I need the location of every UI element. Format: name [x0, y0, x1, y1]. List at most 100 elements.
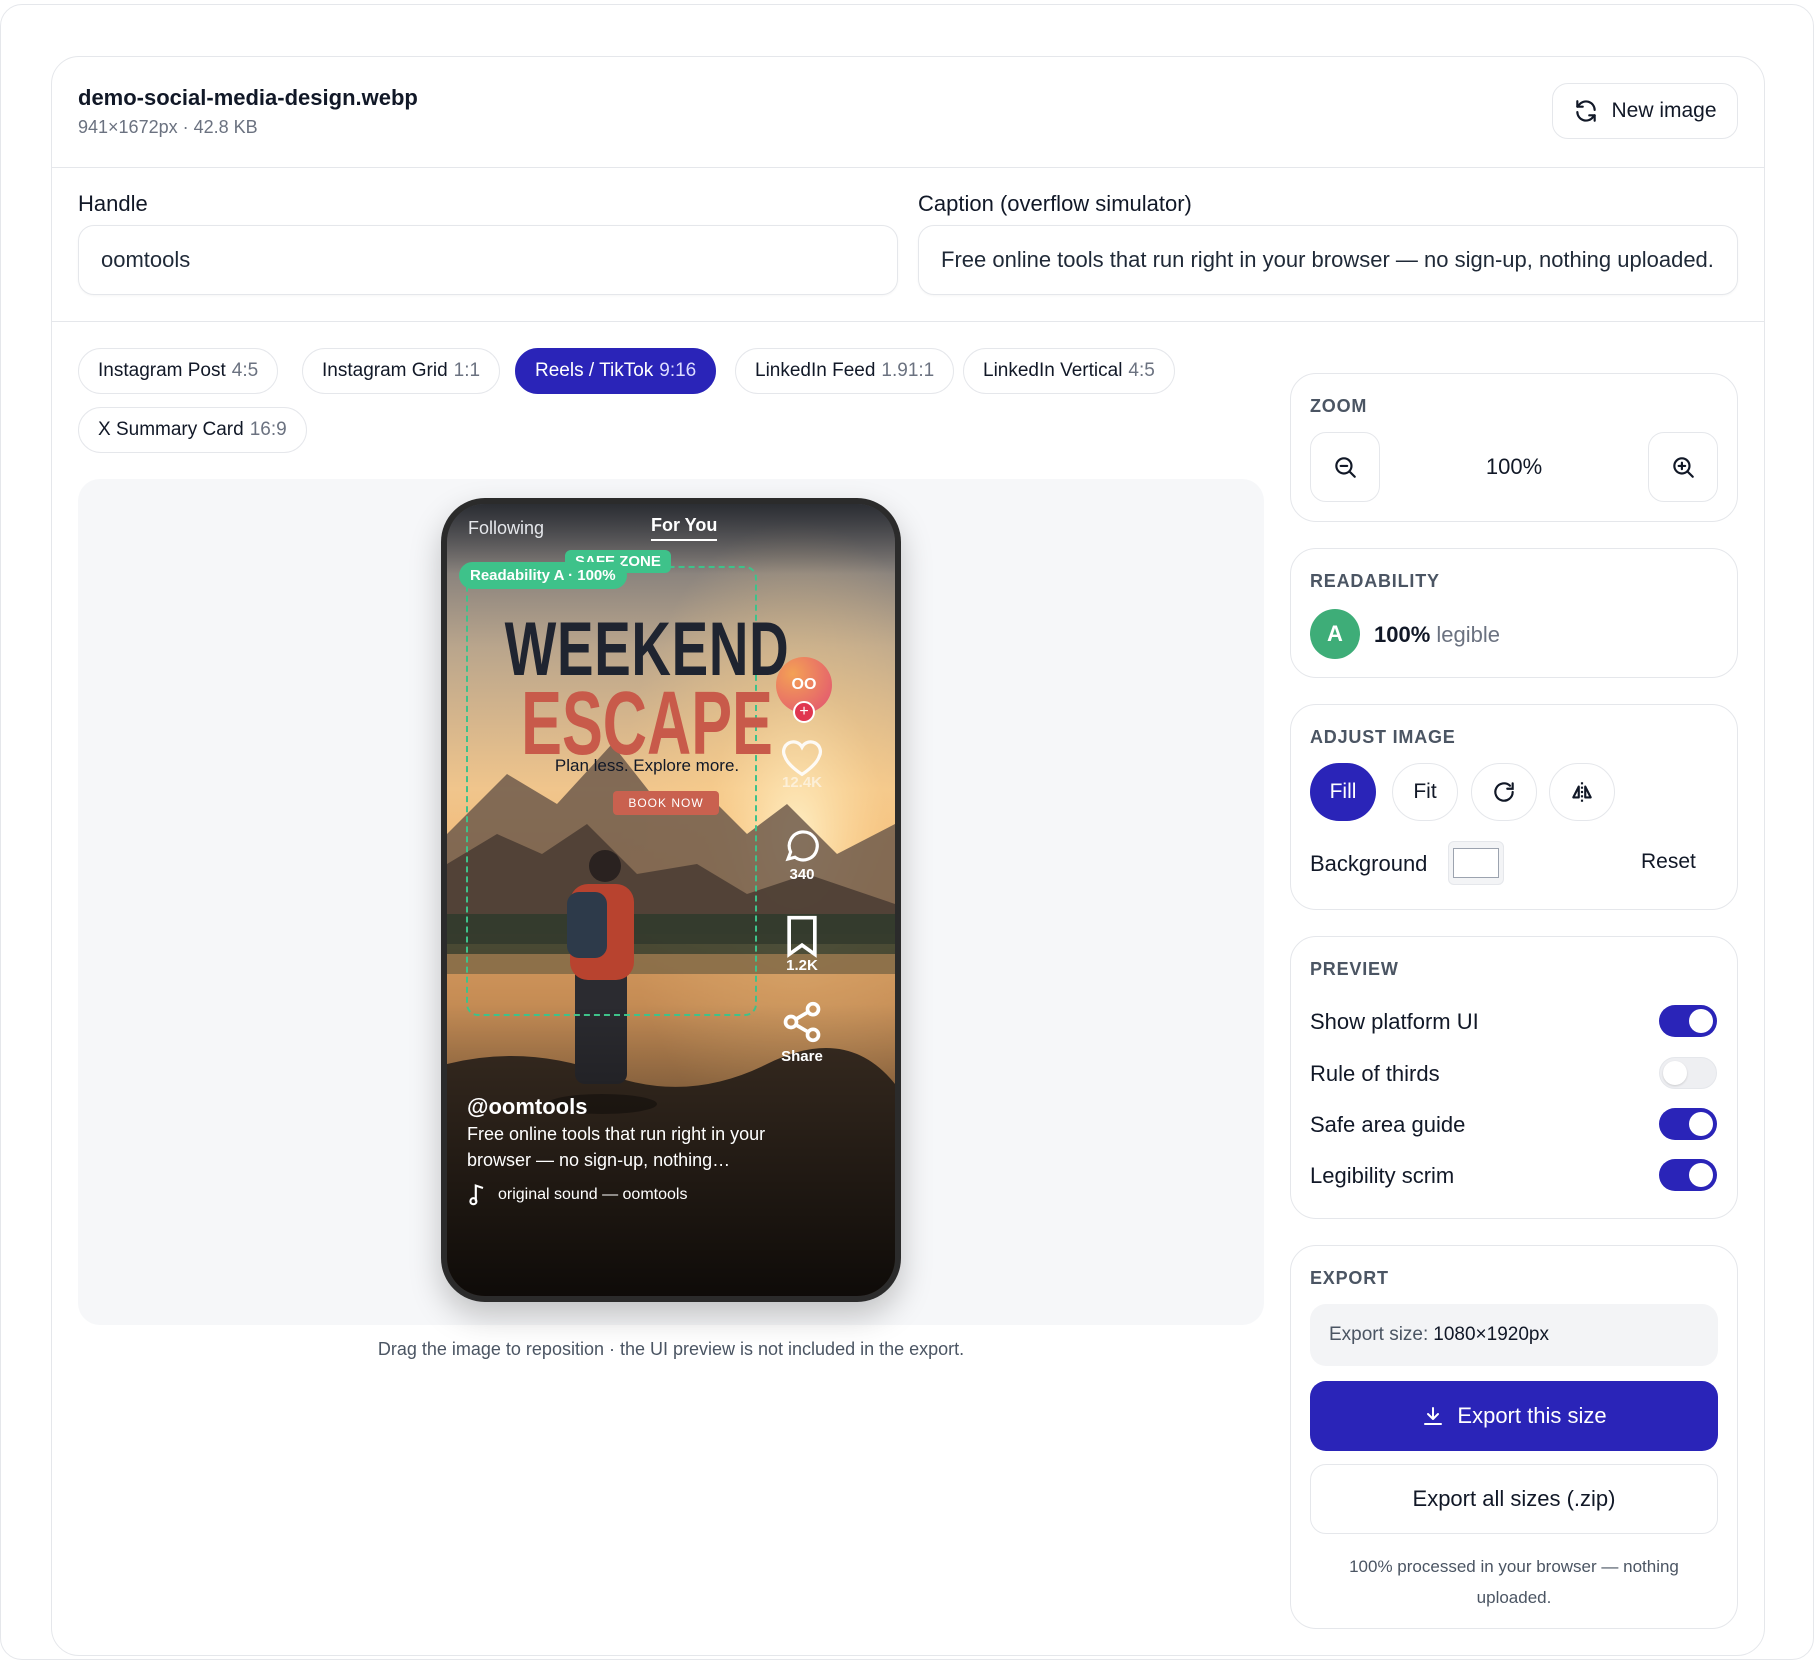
format-chip-instagram-post[interactable]: Instagram Post 4:5 [78, 348, 279, 394]
export-size-label: Export size: [1329, 1324, 1429, 1345]
format-chip-linkedin-feed[interactable]: LinkedIn Feed 1.91:1 [735, 348, 955, 394]
handle-input[interactable]: oomtools [78, 225, 898, 295]
export-this-size-button[interactable]: Export this size [1310, 1381, 1718, 1451]
download-icon [1424, 1407, 1443, 1425]
preview-sound: original sound — oomtools [498, 1186, 688, 1203]
chip-ratio: 4:5 [1128, 360, 1155, 381]
fit-button[interactable]: Fit [1392, 763, 1458, 821]
preview-panel-title: PREVIEW [1310, 959, 1399, 979]
file-meta: 941×1672px · 42.8 KB [78, 117, 258, 137]
chip-ratio: 16:9 [249, 419, 287, 440]
zoom-value: 100% [1485, 454, 1543, 479]
export-title: EXPORT [1310, 1268, 1389, 1288]
heart-icon[interactable] [780, 738, 824, 778]
privacy-note: 100% processed in your browser — nothing… [1349, 1557, 1679, 1607]
toggle-label-safe-area-guide: Safe area guide [1310, 1112, 1466, 1137]
chip-name: LinkedIn Feed [755, 360, 876, 381]
zoom-out-button[interactable] [1310, 432, 1380, 502]
tab-following[interactable]: Following [468, 518, 544, 539]
reposition-hint: Drag the image to reposition · the UI pr… [377, 1339, 965, 1359]
zoom-in-icon [1673, 457, 1694, 478]
toggle-show-platform-ui[interactable] [1659, 1005, 1717, 1037]
toggle-label-show-platform-ui: Show platform UI [1310, 1009, 1479, 1034]
readability-grade-badge: A [1310, 609, 1360, 659]
background-color-fill [1453, 848, 1499, 878]
avatar-initials: OO [791, 676, 817, 693]
chip-ratio: 1:1 [453, 360, 481, 381]
follow-plus-icon[interactable]: + [793, 701, 815, 723]
toggle-safe-area-guide[interactable] [1659, 1108, 1717, 1140]
handle-label: Handle [78, 191, 148, 216]
chip-name: Reels / TikTok [535, 360, 654, 381]
chip-ratio: 4:5 [231, 360, 259, 381]
preview-caption-line2: browser — no sign-up, nothing… [467, 1150, 731, 1170]
chip-ratio: 1.91:1 [881, 360, 935, 381]
readability-word: legible [1436, 622, 1501, 647]
export-panel: EXPORT Export size: 1080×1920px Export t… [1290, 1245, 1738, 1629]
format-chip-instagram-grid[interactable]: Instagram Grid 1:1 [302, 348, 501, 394]
background-label: Background [1310, 851, 1428, 876]
divider [52, 167, 1764, 168]
toggle-knob [1689, 1009, 1713, 1033]
toggle-label-legibility-scrim: Legibility scrim [1310, 1163, 1455, 1188]
bookmark-icon[interactable] [783, 914, 821, 958]
toggle-knob [1663, 1061, 1687, 1085]
export-this-size-label: Export this size [1457, 1403, 1607, 1428]
caption-input[interactable]: Free online tools that run right in your… [918, 225, 1738, 295]
export-size-value: 1080×1920px [1433, 1324, 1549, 1345]
flip-button[interactable] [1549, 763, 1615, 821]
export-all-sizes-button[interactable]: Export all sizes (.zip) [1310, 1464, 1718, 1534]
chip-name: Instagram Grid [322, 360, 448, 381]
share-label: Share [781, 1048, 823, 1065]
adjust-title: ADJUST IMAGE [1310, 727, 1456, 747]
readability-percent: 100% [1374, 622, 1431, 647]
zoom-in-button[interactable] [1648, 432, 1718, 502]
export-size-box: Export size: 1080×1920px [1310, 1304, 1718, 1366]
zoom-out-icon [1335, 457, 1356, 478]
likes-count: 12.4K [781, 774, 823, 791]
divider [52, 321, 1764, 322]
toggle-rule-of-thirds[interactable] [1659, 1057, 1717, 1089]
readability-summary: 100% legible [1374, 622, 1500, 648]
format-chip-reels-tiktok[interactable]: Reels / TikTok 9:16 [515, 348, 717, 394]
zoom-panel: ZOOM 100% [1290, 373, 1738, 522]
share-icon[interactable] [780, 1000, 824, 1044]
refresh-icon [1576, 100, 1597, 122]
zoom-title: ZOOM [1310, 396, 1368, 416]
new-image-button[interactable]: New image [1552, 83, 1738, 139]
fill-button[interactable]: Fill [1310, 763, 1376, 821]
new-image-label: New image [1611, 99, 1717, 122]
background-color-swatch[interactable] [1448, 841, 1504, 885]
phone-screen[interactable]: Following For You SAFE ZONE Readability … [447, 504, 895, 1296]
readability-grade: A [1327, 621, 1343, 646]
format-chip-x-summary-card[interactable]: X Summary Card 16:9 [78, 407, 307, 453]
adjust-image-panel: ADJUST IMAGE Fill Fit Background Reset [1290, 704, 1738, 910]
toggle-knob [1689, 1163, 1713, 1187]
flip-horizontal-icon [1572, 782, 1592, 802]
chip-name: LinkedIn Vertical [983, 360, 1123, 381]
toggle-legibility-scrim[interactable] [1659, 1159, 1717, 1191]
preview-panel: PREVIEW Show platform UI Rule of thirds … [1290, 936, 1738, 1219]
readability-title: READABILITY [1310, 571, 1440, 591]
preview-caption-line1: Free online tools that run right in your [467, 1124, 766, 1144]
tab-for-you[interactable]: For You [651, 515, 718, 541]
caption-label: Caption (overflow simulator) [918, 191, 1192, 216]
readability-badge: Readability A · 100% [459, 562, 627, 589]
rotate-button[interactable] [1471, 763, 1537, 821]
file-name: demo-social-media-design.webp [78, 85, 418, 110]
music-note-icon [469, 1184, 484, 1206]
chip-name: Instagram Post [98, 360, 226, 381]
readability-panel: READABILITY A 100% legible [1290, 548, 1738, 678]
toggle-label-rule-of-thirds: Rule of thirds [1310, 1061, 1440, 1086]
rotate-icon [1494, 782, 1514, 802]
chip-ratio: 9:16 [659, 360, 697, 381]
phone-mockup: Following For You SAFE ZONE Readability … [441, 498, 901, 1302]
reset-button[interactable]: Reset [1641, 850, 1696, 874]
editor-card: demo-social-media-design.webp 941×1672px… [51, 56, 1765, 1656]
comments-count: 340 [789, 866, 815, 883]
preview-handle: @oomtools [467, 1094, 588, 1119]
format-chip-linkedin-vertical[interactable]: LinkedIn Vertical 4:5 [963, 348, 1175, 394]
comment-icon[interactable] [780, 824, 824, 866]
cta-book-now: BOOK NOW [613, 791, 719, 815]
saves-count: 1.2K [786, 957, 818, 974]
